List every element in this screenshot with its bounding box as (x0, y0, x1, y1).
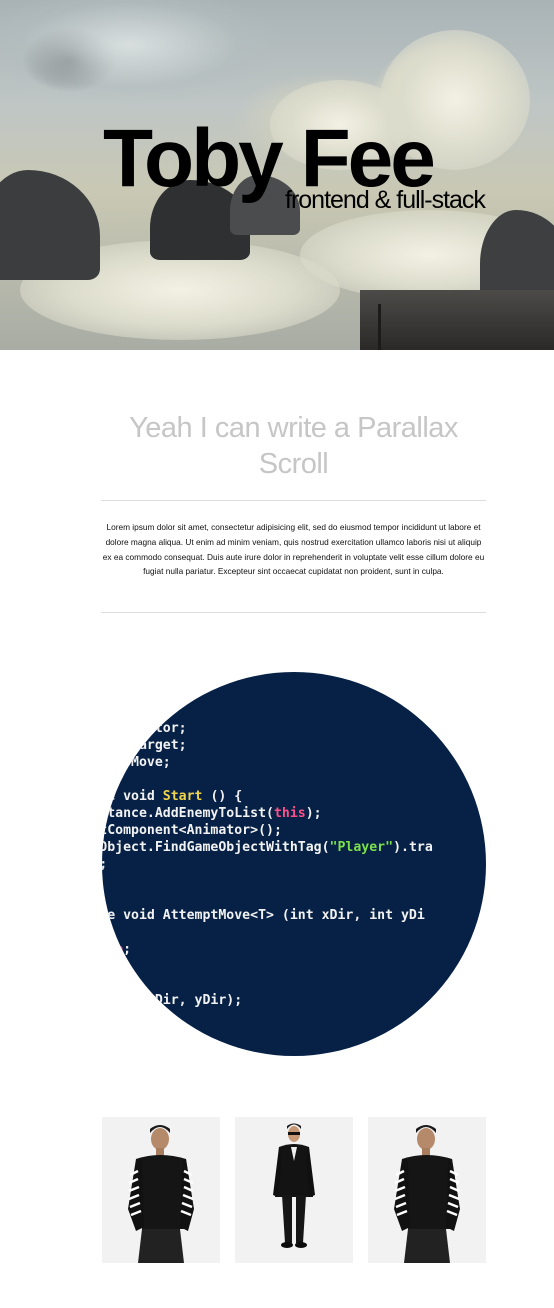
code-token: ipMove; (115, 755, 171, 770)
code-line: = false; (102, 941, 433, 958)
code-token: ); (305, 806, 322, 821)
code-line: r.instance.AddEnemyToList(this); (102, 805, 433, 822)
pier-structure (360, 290, 554, 350)
code-token: r.instance.AddEnemyToList( (102, 806, 274, 821)
code-snippet: , nimator; m target; ipMove; erride void… (102, 686, 433, 1009)
code-line: = GetComponent<Animator>(); (102, 822, 433, 839)
divider-top (101, 500, 486, 501)
code-token: nimator; (123, 721, 187, 736)
gallery-photo-1[interactable] (102, 1117, 220, 1263)
code-token: ; (123, 942, 132, 957)
code-token: <T> (xDir, yDir); (107, 993, 243, 1008)
section-heading: Yeah I can write a Parallax Scroll (129, 412, 458, 480)
code-token: ).tra (393, 840, 433, 855)
rock-left (0, 170, 100, 280)
site-subtitle: frontend & full-stack (285, 186, 486, 214)
model-photo-icon (102, 1117, 220, 1263)
hero-banner: Toby Fee frontend & full-stack (0, 0, 554, 350)
code-token: = GetComponent<Animator>(); (102, 823, 282, 838)
code-line: e){ (102, 924, 433, 941)
code-token: this (273, 806, 306, 821)
code-line: , (102, 686, 433, 703)
code-token: t (); (102, 857, 107, 872)
gallery-photo-2[interactable] (235, 1117, 353, 1263)
code-token: , (146, 687, 155, 702)
model-photo-icon (368, 1117, 486, 1263)
code-token: m target; (115, 738, 187, 753)
code-token: erride void AttemptMove<T> (int xDir, in… (102, 908, 425, 923)
code-token: () { (202, 789, 243, 804)
code-line: <T> (xDir, yDir); (102, 992, 433, 1009)
code-line: m target; (102, 737, 433, 754)
intro-paragraph: Lorem ipsum dolor sit amet, consectetur … (102, 522, 485, 577)
code-token: "Player" (329, 840, 394, 855)
code-line: erride void AttemptMove<T> (int xDir, in… (102, 907, 433, 924)
rock-right (480, 210, 554, 300)
gallery-photo-3[interactable] (368, 1117, 486, 1263)
code-token: Start (162, 789, 203, 804)
code-snippet-circle: , nimator; m target; ipMove; erride void… (102, 672, 486, 1056)
code-token: erride void (102, 789, 155, 804)
model-photo-icon (235, 1117, 353, 1263)
divider-bottom (101, 612, 486, 613)
code-line: nimator; (102, 720, 433, 737)
code-line: GameObject.FindGameObjectWithTag("Player… (102, 839, 433, 856)
code-line: t (); (102, 856, 433, 873)
code-token: false (102, 942, 124, 957)
code-token: GameObject.FindGameObjectWithTag( (102, 840, 330, 855)
code-line: erride void Start () { (102, 788, 433, 805)
code-line: ipMove; (102, 754, 433, 771)
